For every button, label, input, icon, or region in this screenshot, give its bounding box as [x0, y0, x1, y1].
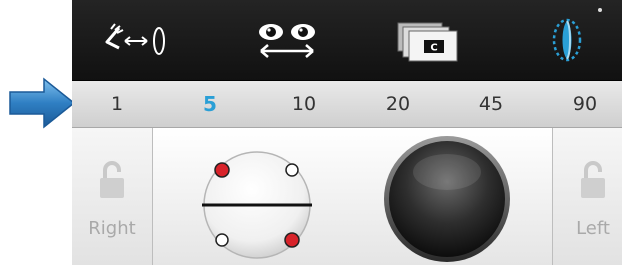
zoom-level-45[interactable]: 45	[461, 81, 521, 127]
lens-focus-button[interactable]	[512, 10, 622, 70]
bottom-right-marker	[284, 232, 300, 248]
zoom-level-20[interactable]: 20	[368, 81, 428, 127]
eyes-swap-icon	[259, 24, 315, 58]
right-lock-button[interactable]: Right	[72, 128, 153, 265]
control-panel: C 1 5 10 20 45 90 Right Left	[72, 0, 622, 265]
zoom-level-5[interactable]: 5	[180, 81, 240, 127]
unlock-icon	[100, 161, 124, 198]
control-area: Right Left	[72, 128, 622, 265]
control-knob[interactable]	[382, 134, 512, 264]
cards-c-button[interactable]: C	[372, 10, 482, 70]
zoom-level-90[interactable]: 90	[555, 81, 615, 127]
left-lock-button[interactable]: Left	[552, 128, 622, 265]
zoom-level-1[interactable]: 1	[87, 81, 147, 127]
left-label: Left	[576, 218, 610, 239]
unlock-icon	[581, 161, 605, 198]
indicator-dot	[598, 8, 602, 12]
toolbar: C	[72, 0, 622, 81]
top-right-marker	[285, 163, 299, 177]
zoom-level-10[interactable]: 10	[274, 81, 334, 127]
cards-c-icon: C	[397, 22, 458, 62]
bottom-left-marker	[215, 233, 229, 247]
eyes-swap-button[interactable]	[232, 10, 342, 70]
lens-focus-icon	[552, 18, 582, 62]
eye-distance-icon	[105, 23, 165, 55]
top-left-marker	[214, 162, 230, 178]
right-label: Right	[88, 218, 136, 239]
eye-distance-button[interactable]	[82, 10, 192, 70]
right-arrow-pointer-icon	[9, 77, 76, 129]
zoom-level-row: 1 5 10 20 45 90	[72, 81, 622, 128]
orientation-dial[interactable]	[200, 148, 314, 262]
svg-text:C: C	[430, 43, 437, 54]
